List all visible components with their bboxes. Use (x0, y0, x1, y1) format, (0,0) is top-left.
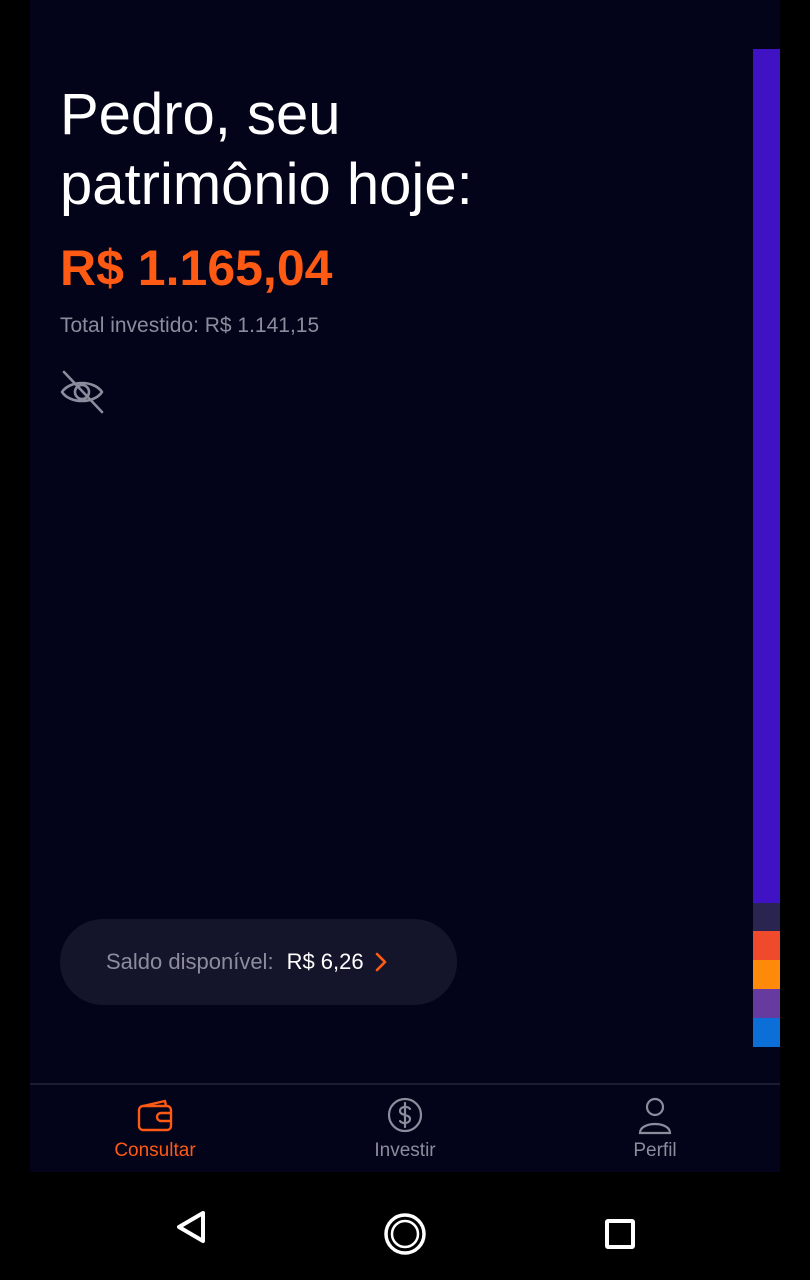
bottom-tab-bar: Consultar Investir Perfil (30, 1085, 780, 1172)
dollar-circle-icon (387, 1097, 423, 1133)
allocation-bar (753, 49, 780, 1047)
hide-values-button[interactable] (58, 368, 106, 416)
eye-off-icon (60, 370, 104, 414)
system-back-button[interactable] (155, 1192, 225, 1262)
back-triangle-icon (177, 1211, 205, 1243)
allocation-segment (753, 903, 780, 932)
greeting-title: Pedro, seu patrimônio hoje: (60, 82, 473, 217)
available-balance-button[interactable]: Saldo disponível: R$ 6,26 (60, 919, 457, 1005)
allocation-segment (753, 1018, 780, 1047)
allocation-segment (753, 931, 780, 961)
available-balance-value: R$ 6,26 (286, 949, 364, 974)
home-circle-icon (384, 1213, 426, 1255)
tab-perfil[interactable]: Perfil (530, 1085, 780, 1172)
wallet-icon (137, 1099, 173, 1132)
recents-square-icon (605, 1219, 635, 1249)
tab-label: Perfil (633, 1140, 677, 1161)
total-invested-text: Total investido: R$ 1.141,15 (60, 314, 320, 337)
allocation-segment (753, 989, 780, 1019)
tab-label: Investir (374, 1140, 436, 1161)
chevron-right-icon (375, 952, 386, 972)
system-recents-button[interactable] (585, 1192, 655, 1262)
system-home-button[interactable] (370, 1192, 440, 1262)
person-icon (638, 1097, 672, 1135)
allocation-segment (753, 960, 780, 990)
available-balance-label: Saldo disponível: (106, 949, 274, 974)
app-screen: Pedro, seu patrimônio hoje: R$ 1.165,04 … (30, 0, 780, 1172)
total-patrimony-amount: R$ 1.165,04 (60, 240, 333, 296)
allocation-segment (753, 49, 780, 904)
tab-investir[interactable]: Investir (280, 1085, 530, 1172)
tab-label: Consultar (114, 1140, 196, 1161)
system-navigation-bar (0, 1172, 810, 1280)
tab-consultar[interactable]: Consultar (30, 1085, 280, 1172)
